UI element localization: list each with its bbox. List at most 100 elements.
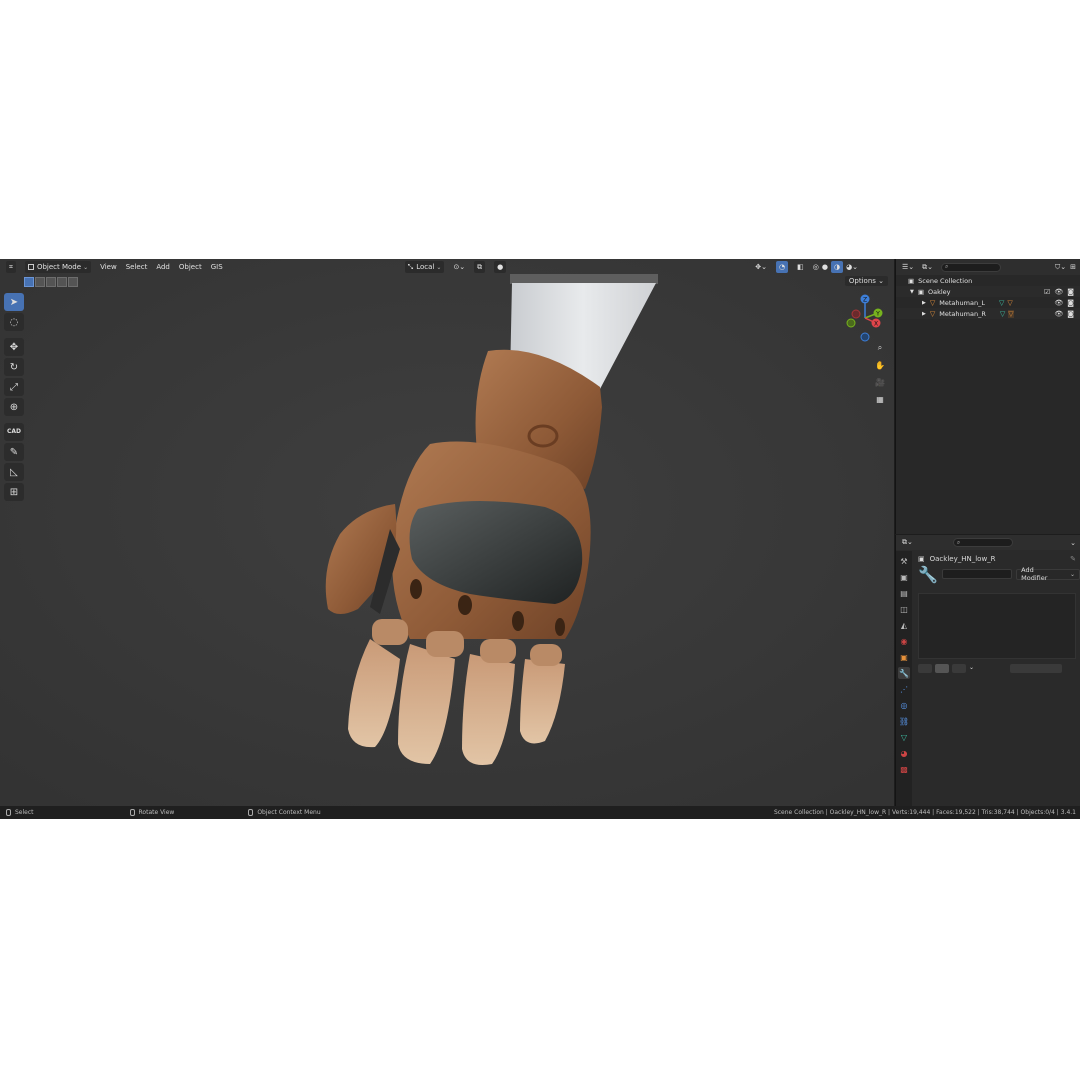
outliner-search-input[interactable]: ⌕ (941, 262, 1002, 272)
gizmo-x-label: X (874, 321, 878, 328)
move-tool-icon[interactable]: ✥ (4, 338, 24, 356)
options-dropdown[interactable]: Options ⌄ (844, 276, 888, 286)
select-invert-button[interactable] (57, 277, 67, 287)
gizmo-z-label: Z (863, 297, 867, 304)
menu-add[interactable]: Add (156, 263, 170, 271)
menu-object[interactable]: Object (179, 263, 202, 271)
shading-rendered-button[interactable]: ◕⌄ (846, 263, 858, 271)
perspective-toggle-icon[interactable]: ▦ (873, 392, 887, 406)
data-tab-icon[interactable]: ▽ (898, 731, 910, 743)
shading-solid-button[interactable]: ● (822, 263, 828, 271)
tool-tab-icon[interactable]: ⚒ (898, 555, 910, 567)
modifier-name-field[interactable] (941, 569, 1013, 579)
outliner-row-oakley[interactable]: ▼ ▣ Oakley ☑ 👁 ◙ (896, 286, 1080, 297)
3d-viewport[interactable]: ⌗ Object Mode ⌄ View Select Add Object GI… (0, 259, 894, 806)
world-tab-icon[interactable]: ◉ (898, 635, 910, 647)
menu-gis[interactable]: GIS (211, 263, 223, 271)
select-intersect-button[interactable] (68, 277, 78, 287)
editor-type-button[interactable]: ⌗ (6, 261, 16, 273)
status-context-menu: Object Context Menu (248, 809, 321, 816)
properties-editor-type-icon[interactable]: ⧉⌄ (902, 538, 913, 547)
camera-icon[interactable]: ◙ (1067, 288, 1074, 296)
menu-view[interactable]: View (100, 263, 117, 271)
material-tab-icon[interactable]: ◕ (898, 747, 910, 759)
output-tab-icon[interactable]: ▤ (898, 587, 910, 599)
transform-tool-icon[interactable]: ⊕ (4, 398, 24, 416)
chevron-down-icon[interactable]: ⌄ (1070, 539, 1076, 547)
texture-tab-icon[interactable]: ▩ (898, 763, 910, 775)
new-collection-icon[interactable]: ⊞ (1070, 263, 1076, 271)
collection-icon: ▣ (917, 287, 925, 296)
status-stats: Scene Collection | Oackley_HN_low_R | Ve… (773, 809, 1076, 816)
transform-orientation-dropdown[interactable]: ⤡ Local ⌄ (404, 261, 445, 273)
expand-arrow-icon[interactable]: ▼ (910, 289, 914, 295)
outliner-row-metahuman-l[interactable]: ▶ ▽ Metahuman_L ▽ ▽ 👁 ◙ (896, 297, 1080, 308)
outliner-row-label: Oakley (928, 287, 951, 296)
toggle-on-button[interactable] (935, 663, 949, 673)
scene-tab-icon[interactable]: ◭ (898, 619, 910, 631)
mode-dropdown[interactable]: Object Mode ⌄ (24, 261, 92, 273)
pan-hand-icon[interactable]: ✋ (873, 358, 887, 372)
overlay-button[interactable]: ◔ (776, 261, 789, 273)
annotate-tool-icon[interactable]: ✎ (4, 443, 24, 461)
move-modifier-buttons[interactable] (1010, 663, 1062, 673)
physics-tab-icon[interactable]: ◎ (898, 699, 910, 711)
camera-icon[interactable]: ◙ (1067, 299, 1074, 307)
camera-view-icon[interactable]: 🎥 (873, 375, 887, 389)
zoom-icon[interactable]: ⌕ (873, 341, 887, 355)
navigation-gizmo[interactable]: Z Y X (840, 293, 890, 343)
eye-icon[interactable]: 👁 (1054, 288, 1063, 296)
constraints-tab-icon[interactable]: ⛓ (898, 715, 910, 727)
select-new-button[interactable] (24, 277, 34, 287)
blender-window: ⌗ Object Mode ⌄ View Select Add Object GI… (0, 259, 1080, 819)
select-extend-button[interactable] (35, 277, 45, 287)
gizmo-toggle-button[interactable]: ✥⌄ (755, 263, 767, 271)
modifier-list[interactable] (918, 593, 1076, 659)
shading-material-button[interactable]: ◑ (830, 261, 844, 273)
scale-tool-icon[interactable]: ⤢ (4, 378, 24, 396)
mouse-middle-icon (129, 809, 135, 816)
chevron-down-icon[interactable]: ⌄ (969, 664, 979, 673)
outliner-row-label: Metahuman_R (939, 309, 986, 318)
apply-button[interactable] (918, 663, 932, 673)
cad-tool-icon[interactable]: CAD (4, 423, 24, 441)
modifier-tab-icon[interactable]: 🔧 (898, 667, 910, 679)
outliner-row-label: Metahuman_L (939, 298, 985, 307)
particles-tab-icon[interactable]: ⋰ (898, 683, 910, 695)
measure-tool-icon[interactable]: ◺ (4, 463, 24, 481)
outliner-row-metahuman-r[interactable]: ▶ ▽ Metahuman_R ▽ ▽ 👁 ◙ (896, 308, 1080, 319)
select-subtract-button[interactable] (46, 277, 56, 287)
status-rotate: Rotate View (129, 809, 174, 816)
rotate-tool-icon[interactable]: ↻ (4, 358, 24, 376)
display-mode-icon[interactable]: ⧉⌄ (922, 263, 933, 272)
select-tool-icon[interactable]: ➤ (4, 293, 24, 311)
object-tab-icon[interactable]: ▣ (898, 651, 910, 663)
pin-icon[interactable]: ✎ (1070, 555, 1076, 563)
menu-select[interactable]: Select (126, 263, 148, 271)
render-tab-icon[interactable]: ▣ (898, 571, 910, 583)
outliner-panel: ☰⌄ ⧉⌄ ⌕ ⛉⌄ ⊞ ▣ Scene Collection ▼ ▣ Oakl… (895, 259, 1080, 534)
expand-arrow-icon[interactable]: ▶ (922, 311, 926, 317)
shading-wireframe-button[interactable]: ◎ (813, 263, 819, 271)
outliner-editor-type-icon[interactable]: ☰⌄ (902, 263, 914, 271)
expand-arrow-icon[interactable]: ▶ (922, 300, 926, 306)
outliner-row-scene-collection[interactable]: ▣ Scene Collection (896, 275, 1080, 286)
add-modifier-dropdown[interactable]: Add Modifier ⌄ (1016, 566, 1080, 582)
view-layer-tab-icon[interactable]: ◫ (898, 603, 910, 615)
proportional-edit-button[interactable]: ● (494, 261, 507, 273)
eye-icon[interactable]: 👁 (1054, 299, 1063, 307)
checkbox-icon[interactable]: ☑ (1044, 288, 1050, 296)
xray-button[interactable]: ◧ (797, 263, 804, 271)
status-bar: Select Rotate View Object Context Menu S… (0, 806, 1080, 819)
camera-icon[interactable]: ◙ (1067, 310, 1074, 318)
mouse-right-icon (248, 809, 254, 816)
add-cube-tool-icon[interactable]: ⊞ (4, 483, 24, 501)
pivot-button[interactable]: ⊙⌄ (453, 263, 465, 271)
snap-button[interactable]: ⧉ (474, 261, 486, 273)
properties-header: ⧉⌄ ⌕ ⌄ (896, 535, 1080, 550)
properties-search-input[interactable]: ⌕ (952, 538, 1013, 547)
eye-icon[interactable]: 👁 (1054, 310, 1063, 318)
filter-icon[interactable]: ⛉⌄ (1055, 263, 1066, 272)
remove-button[interactable] (952, 663, 966, 673)
cursor-tool-icon[interactable]: ◌ (4, 313, 24, 331)
